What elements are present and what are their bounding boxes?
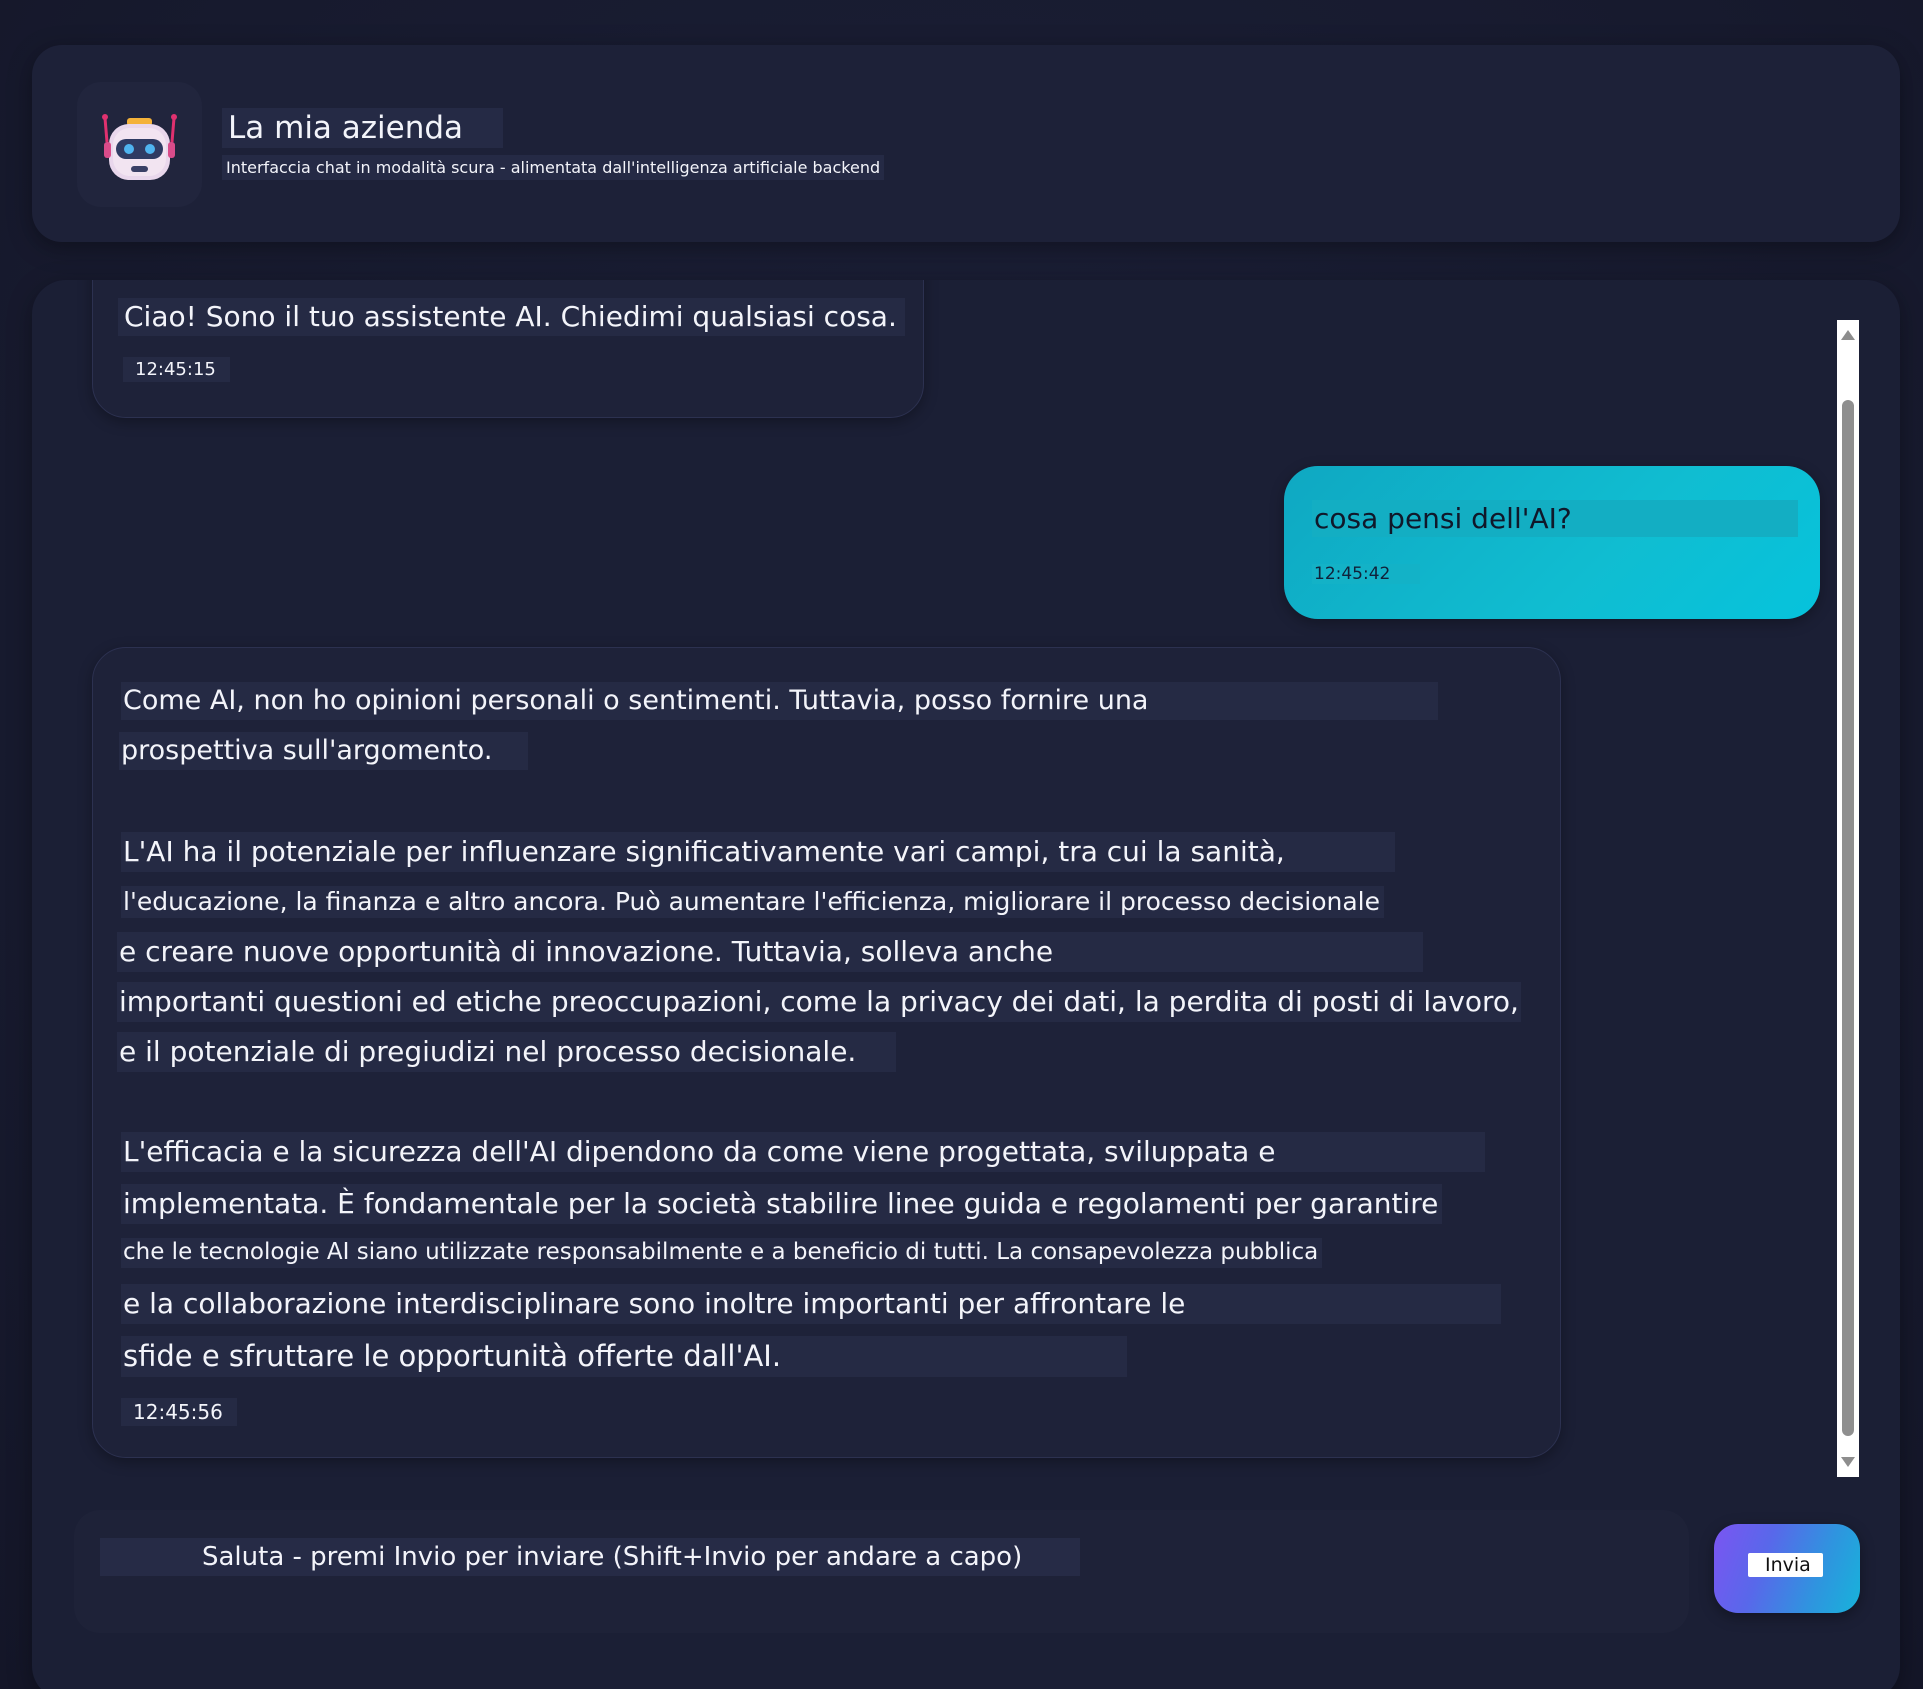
scroll-down-icon[interactable] (1841, 1457, 1855, 1467)
scrollbar-thumb[interactable] (1842, 400, 1854, 1436)
message-text: e il potenziale di pregiudizi nel proces… (117, 1032, 897, 1072)
message-timestamp: 12:45:15 (123, 357, 230, 382)
message-text: che le tecnologie AI siano utilizzate re… (121, 1238, 1323, 1268)
message-timestamp: 12:45:42 (1312, 564, 1421, 584)
message-text: Ciao! Sono il tuo assistente AI. Chiedim… (118, 298, 905, 336)
message-scrollbar[interactable] (1837, 320, 1859, 1477)
message-input[interactable] (100, 1538, 1080, 1576)
send-button[interactable]: Invia (1714, 1524, 1860, 1613)
robot-icon (102, 114, 177, 180)
send-button-label: Invia (1748, 1553, 1823, 1577)
app-root: La mia azienda Interfaccia chat in modal… (0, 0, 1923, 1689)
assistant-message: Ciao! Sono il tuo assistente AI. Chiedim… (92, 280, 924, 418)
app-title: La mia azienda (222, 108, 504, 148)
logo (77, 82, 202, 207)
message-text: implementata. È fondamentale per la soci… (121, 1184, 1443, 1224)
assistant-message: Come AI, non ho opinioni personali o sen… (92, 647, 1561, 1458)
app-header: La mia azienda Interfaccia chat in modal… (32, 45, 1900, 242)
message-text: importanti questioni ed etiche preoccupa… (117, 982, 1521, 1022)
user-message: cosa pensi dell'AI? 12:45:42 (1284, 466, 1820, 619)
message-text: prospettiva sull'argomento. (119, 732, 529, 771)
message-timestamp: 12:45:56 (121, 1398, 237, 1426)
scroll-up-icon[interactable] (1841, 330, 1855, 340)
chat-panel: Ciao! Sono il tuo assistente AI. Chiedim… (32, 280, 1900, 1689)
app-subtitle: Interfaccia chat in modalità scura - ali… (222, 155, 885, 180)
message-text: cosa pensi dell'AI? (1312, 500, 1798, 537)
message-composer (74, 1510, 1689, 1633)
message-text: e la collaborazione interdisciplinare so… (121, 1284, 1502, 1324)
message-text: l'educazione, la finanza e altro ancora.… (121, 886, 1385, 918)
message-list[interactable]: Ciao! Sono il tuo assistente AI. Chiedim… (32, 280, 1872, 1477)
message-text: Come AI, non ho opinioni personali o sen… (121, 682, 1439, 721)
message-text: sfide e sfruttare le opportunità offerte… (121, 1336, 1128, 1377)
message-text: L'efficacia e la sicurezza dell'AI dipen… (121, 1132, 1486, 1172)
message-text: e creare nuove opportunità di innovazion… (117, 932, 1424, 972)
message-text: L'AI ha il potenziale per influenzare si… (121, 832, 1395, 872)
